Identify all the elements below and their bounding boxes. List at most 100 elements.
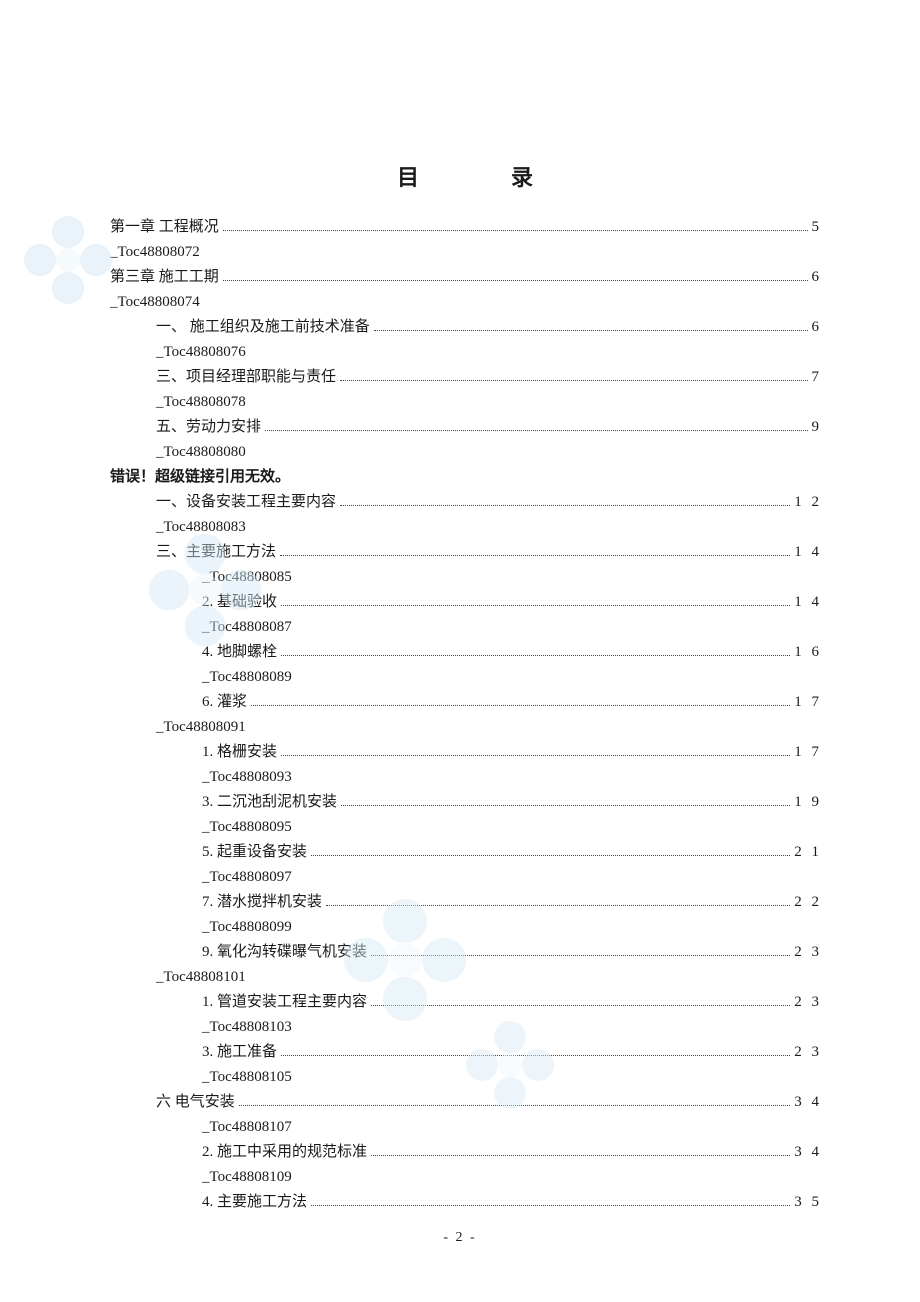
toc-entry-label: 9. 氧化沟转碟曝气机安装 [202,945,367,960]
toc-leader-dots [341,805,790,806]
toc-entry[interactable]: 2. 施工中采用的规范标准 3 4 [110,1145,822,1160]
toc-entry-page: 7 [812,370,823,385]
toc-entry[interactable]: 3. 施工准备 2 3 [110,1045,822,1060]
toc-entry-label: 2. 施工中采用的规范标准 [202,1145,367,1160]
toc-entry[interactable]: 一、设备安装工程主要内容 1 2 [110,495,822,510]
toc-leader-dots [374,330,808,331]
toc-title: 目录 [110,160,822,192]
toc-leader-dots [281,605,790,606]
toc-leader-dots [223,280,808,281]
toc-entry-page: 3 4 [794,1145,822,1160]
toc-leader-dots [340,380,807,381]
toc-entry[interactable]: 2. 基础验收 1 4 [110,595,822,610]
toc-entry-label: 5. 起重设备安装 [202,845,307,860]
toc-leader-dots [311,855,790,856]
toc-entry[interactable]: 第三章 施工工期 6 [110,270,822,285]
toc-entry[interactable]: 5. 起重设备安装 2 1 [110,845,822,860]
toc-leader-dots [265,430,807,431]
toc-anchor-ref: _Toc48808103 [110,1020,822,1035]
toc-entry[interactable]: 三、项目经理部职能与责任 7 [110,370,822,385]
page-number: - 2 - [0,1230,920,1246]
toc-entry-label: 第一章 工程概况 [110,220,219,235]
toc-anchor-ref: _Toc48808101 [110,970,822,985]
toc-anchor-ref: _Toc48808099 [110,920,822,935]
toc-entry-label: 三、主要施工方法 [156,545,276,560]
toc-entry-label: 三、项目经理部职能与责任 [156,370,336,385]
toc-entry[interactable]: 六 电气安装 3 4 [110,1095,822,1110]
toc-entry-page: 3 5 [794,1195,822,1210]
toc-entry-page: 1 7 [794,695,822,710]
toc-entry-page: 1 4 [794,545,822,560]
toc-entry-page: 1 6 [794,645,822,660]
toc-leader-dots [371,955,790,956]
toc-anchor-ref: _Toc48808076 [110,345,822,360]
toc-entry-page: 1 7 [794,745,822,760]
toc-anchor-ref: _Toc48808080 [110,445,822,460]
toc-entry[interactable]: 五、劳动力安排 9 [110,420,822,435]
toc-entry-page: 6 [812,320,823,335]
toc-entry-label: 4. 地脚螺栓 [202,645,277,660]
toc-anchor-ref: _Toc48808107 [110,1120,822,1135]
toc-entry-label: 6. 灌浆 [202,695,247,710]
toc-entry-page: 2 1 [794,845,822,860]
toc-entry-page: 2 3 [794,1045,822,1060]
toc-entry[interactable]: 9. 氧化沟转碟曝气机安装 2 3 [110,945,822,960]
toc-list: 第一章 工程概况 5 _Toc48808072 第三章 施工工期 6 _Toc488080… [110,220,822,1210]
toc-entry[interactable]: 7. 潜水搅拌机安装 2 2 [110,895,822,910]
toc-entry-label: 六 电气安装 [156,1095,235,1110]
toc-entry[interactable]: 1. 管道安装工程主要内容2 3 [110,995,822,1010]
toc-entry-page: 1 9 [794,795,822,810]
toc-leader-dots [326,905,790,906]
toc-anchor-ref: _Toc48808093 [110,770,822,785]
toc-entry-page: 9 [812,420,823,435]
toc-entry-label: 3. 施工准备 [202,1045,277,1060]
toc-entry-page: 2 3 [794,995,822,1010]
toc-entry-label: 五、劳动力安排 [156,420,261,435]
toc-entry[interactable]: 一、 施工组织及施工前技术准备6 [110,320,822,335]
toc-entry-page: 6 [812,270,823,285]
toc-leader-dots [239,1105,790,1106]
toc-entry-page: 3 4 [794,1095,822,1110]
toc-anchor-ref: _Toc48808109 [110,1170,822,1185]
toc-leader-dots [371,1155,790,1156]
watermark-flower-icon [18,210,118,310]
toc-entry[interactable]: 3. 二沉池刮泥机安装 1 9 [110,795,822,810]
toc-entry-page: 2 3 [794,945,822,960]
toc-entry[interactable]: 第一章 工程概况 5 [110,220,822,235]
toc-entry-page: 1 4 [794,595,822,610]
toc-anchor-ref: _Toc48808078 [110,395,822,410]
toc-entry-page: 1 2 [794,495,822,510]
toc-leader-dots [223,230,808,231]
toc-anchor-ref: _Toc48808095 [110,820,822,835]
toc-entry[interactable]: 6. 灌浆 1 7 [110,695,822,710]
toc-entry-page: 5 [812,220,823,235]
toc-entry[interactable]: 4. 主要施工方法 3 5 [110,1195,822,1210]
toc-anchor-ref: _Toc48808083 [110,520,822,535]
toc-anchor-ref: _Toc48808089 [110,670,822,685]
toc-entry-label: 7. 潜水搅拌机安装 [202,895,322,910]
toc-entry[interactable]: 4. 地脚螺栓 1 6 [110,645,822,660]
toc-error-text: 错误！超级链接引用无效。 [110,470,822,485]
toc-anchor-ref: _Toc48808097 [110,870,822,885]
toc-anchor-ref: _Toc48808072 [110,245,822,260]
toc-leader-dots [281,655,790,656]
toc-anchor-ref: _Toc48808087 [110,620,822,635]
toc-leader-dots [281,755,790,756]
title-left: 目 [397,165,421,190]
toc-leader-dots [280,555,790,556]
toc-entry-label: 3. 二沉池刮泥机安装 [202,795,337,810]
toc-entry[interactable]: 三、主要施工方法 1 4 [110,545,822,560]
title-right: 录 [511,165,535,190]
toc-entry-label: 2. 基础验收 [202,595,277,610]
page: 目录 第一章 工程概况5_Toc48808072第三章 施工工期6_Toc488… [0,0,920,1302]
toc-entry-label: 一、设备安装工程主要内容 [156,495,336,510]
toc-anchor-ref: _Toc48808105 [110,1070,822,1085]
toc-entry-page: 2 2 [794,895,822,910]
toc-entry-label: 1. 格栅安装 [202,745,277,760]
toc-anchor-ref: _Toc48808074 [110,295,822,310]
toc-anchor-ref: _Toc48808085 [110,570,822,585]
toc-entry-label: 4. 主要施工方法 [202,1195,307,1210]
toc-leader-dots [281,1055,790,1056]
toc-entry[interactable]: 1. 格栅安装 1 7 [110,745,822,760]
toc-entry-label: 第三章 施工工期 [110,270,219,285]
